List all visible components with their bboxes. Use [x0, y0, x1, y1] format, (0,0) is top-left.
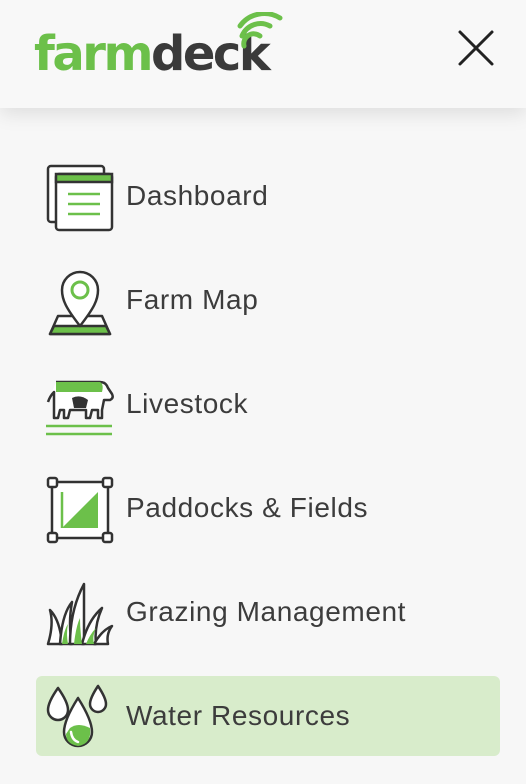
logo-farm-text: farm: [34, 26, 153, 82]
menu-item-label: Water Resources: [126, 700, 351, 731]
menu-item-label: Livestock: [126, 388, 249, 419]
menu-item-livestock[interactable]: Livestock: [36, 364, 500, 444]
header-bar: farmdeck: [0, 0, 526, 108]
paddock-icon: [46, 476, 114, 544]
menu-item-label: Dashboard: [126, 180, 269, 211]
menu-item-label: Paddocks & Fields: [126, 492, 369, 523]
menu-item-farm-map[interactable]: Farm Map: [36, 260, 500, 340]
menu-item-paddocks-fields[interactable]: Paddocks & Fields: [36, 468, 500, 548]
app-root: farmdeck Dashboard Farm Map Livestock Pa…: [0, 0, 526, 784]
map-pin-icon: [48, 270, 112, 336]
navigation-menu: Dashboard Farm Map Livestock Paddocks & …: [0, 120, 526, 780]
farmdeck-logo[interactable]: farmdeck: [34, 12, 283, 82]
water-drops-icon: [46, 684, 108, 748]
dashboard-icon: [46, 164, 114, 232]
close-icon[interactable]: [456, 28, 496, 68]
signal-icon: [237, 12, 283, 49]
menu-item-dashboard[interactable]: Dashboard: [36, 156, 500, 236]
menu-item-grazing-management[interactable]: Grazing Management: [36, 572, 500, 652]
menu-item-label: Farm Map: [126, 284, 259, 315]
menu-item-water-resources[interactable]: Water Resources: [36, 676, 500, 756]
menu-item-label: Grazing Management: [126, 596, 407, 627]
grass-icon: [46, 582, 114, 646]
cow-icon: [46, 380, 114, 436]
